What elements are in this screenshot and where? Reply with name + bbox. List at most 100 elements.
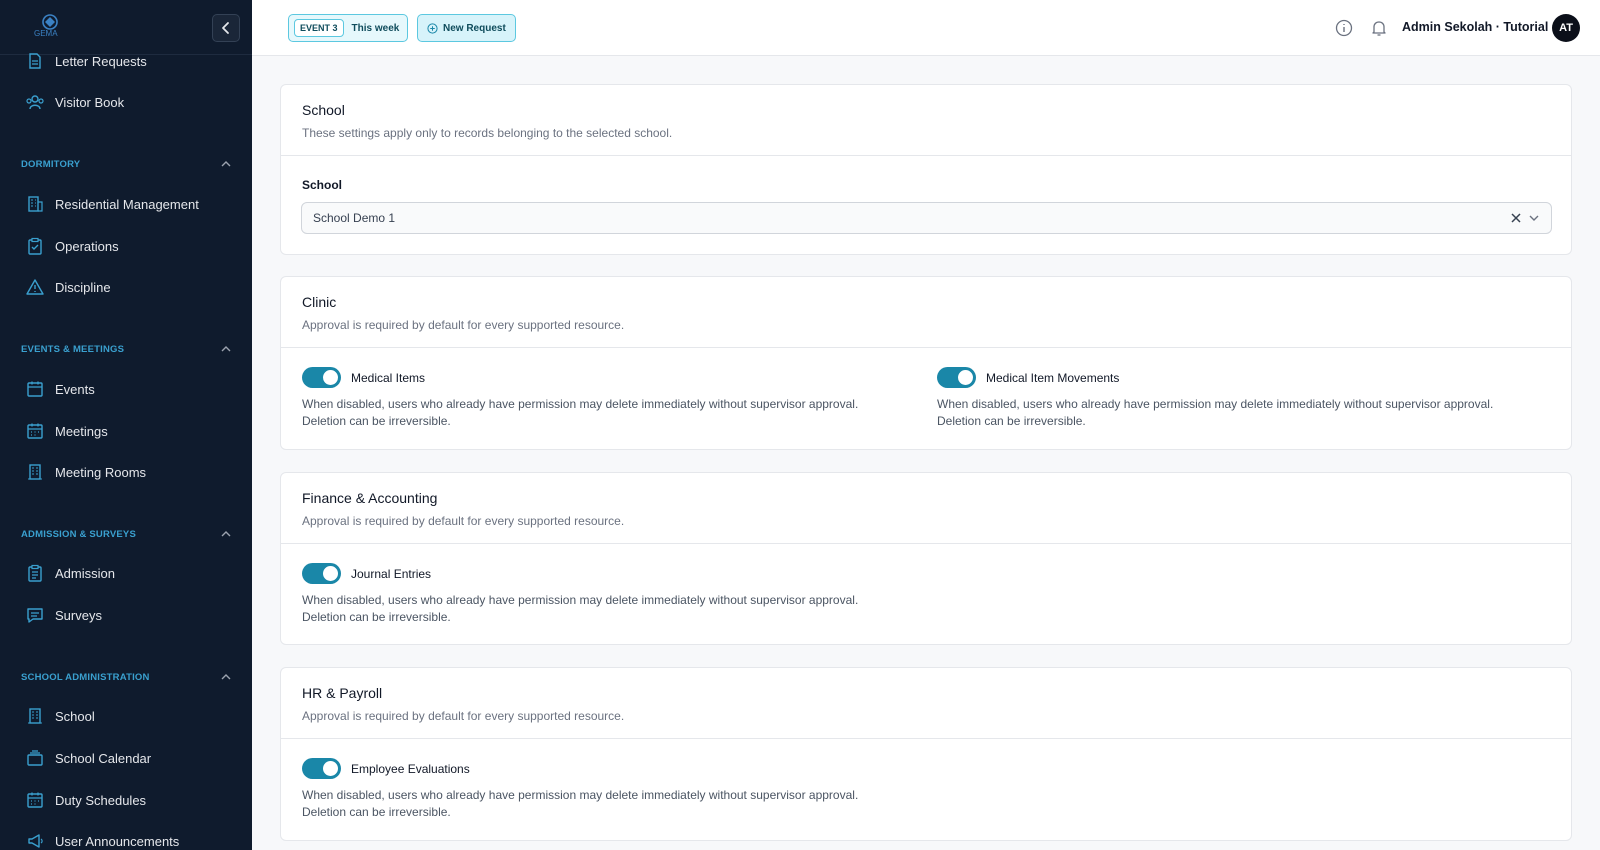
medical-item-movements-setting: Medical Item Movements When disabled, us…: [937, 367, 1537, 430]
calendar-grid-icon: [25, 790, 45, 810]
toggle-label: Medical Items: [351, 370, 426, 385]
toggle-description: When disabled, users who already have pe…: [302, 787, 872, 821]
sidebar-item-user-announcements[interactable]: User Announcements: [0, 823, 252, 850]
sidebar-item-admission[interactable]: Admission: [0, 555, 252, 591]
sidebar-item-label: Surveys: [55, 607, 102, 623]
sidebar-item-label: Letter Requests: [55, 53, 147, 69]
clipboard-check-icon: [25, 236, 45, 256]
sidebar-item-label: Residential Management: [55, 196, 199, 212]
sidebar-item-label: School: [55, 708, 95, 724]
card-title: School: [302, 102, 345, 118]
calendar-grid-icon: [25, 421, 45, 441]
topbar: EVENT 3 This week New Request Admin Seko…: [252, 0, 1600, 56]
card-header: Finance & Accounting Approval is require…: [281, 473, 1571, 544]
journal-entries-toggle[interactable]: [302, 563, 341, 584]
toggle-label: Employee Evaluations: [351, 761, 470, 776]
toggle-description: When disabled, users who already have pe…: [302, 592, 872, 626]
event-badge: EVENT 3: [294, 19, 344, 37]
card-header: HR & Payroll Approval is required by def…: [281, 668, 1571, 739]
card-description: These settings apply only to records bel…: [302, 126, 673, 140]
toggle-knob: [323, 566, 338, 581]
toggle-description-line: Deletion can be irreversible.: [302, 805, 451, 819]
chevron-left-icon: [222, 22, 229, 34]
sidebar-item-label: School Calendar: [55, 750, 152, 766]
clear-icon[interactable]: [1510, 212, 1522, 224]
clipboard-list-icon: [25, 563, 45, 583]
toggle-description-line: When disabled, users who already have pe…: [302, 397, 859, 411]
sidebar-item-school[interactable]: School: [0, 698, 252, 734]
sidebar-item-label: Admission: [55, 565, 115, 581]
sidebar-item-visitor-book[interactable]: Visitor Book: [0, 84, 252, 120]
chevron-up-icon: [221, 531, 231, 537]
section-header-events-meetings[interactable]: EVENTS & MEETINGS: [21, 341, 231, 357]
section-header-admission-surveys[interactable]: ADMISSION & SURVEYS: [21, 526, 231, 542]
sidebar-item-surveys[interactable]: Surveys: [0, 597, 252, 633]
event-chip[interactable]: EVENT 3 This week: [288, 14, 409, 42]
sidebar-item-label: Operations: [55, 238, 119, 254]
sidebar: GEMA Letter Requests Visitor Book DORMIT…: [0, 0, 252, 850]
sidebar-item-operations[interactable]: Operations: [0, 228, 252, 264]
sidebar-item-residential-management[interactable]: Residential Management: [0, 186, 252, 222]
building-icon: [25, 194, 45, 214]
sidebar-item-meetings[interactable]: Meetings: [0, 413, 252, 449]
sidebar-item-meeting-rooms[interactable]: Meeting Rooms: [0, 454, 252, 490]
toggle-description-line: Deletion can be irreversible.: [937, 414, 1086, 428]
users-icon: [25, 92, 45, 112]
avatar[interactable]: AT: [1552, 14, 1580, 42]
megaphone-icon: [25, 831, 45, 850]
toggle-description-line: Deletion can be irreversible.: [302, 414, 451, 428]
card-title: Clinic: [302, 294, 337, 310]
journal-entries-setting: Journal Entries When disabled, users who…: [302, 563, 902, 626]
chevron-up-icon: [221, 161, 231, 167]
section-header-dormitory[interactable]: DORMITORY: [21, 156, 231, 172]
sidebar-item-label: Meeting Rooms: [55, 464, 147, 480]
user-name[interactable]: Admin Sekolah · Tutorial: [1402, 20, 1548, 34]
employee-evaluations-setting: Employee Evaluations When disabled, user…: [302, 758, 902, 821]
section-title: SCHOOL ADMINISTRATION: [21, 671, 150, 683]
medical-item-movements-toggle[interactable]: [937, 367, 976, 388]
section-header-school-administration[interactable]: SCHOOL ADMINISTRATION: [21, 669, 231, 685]
toggle-knob: [958, 370, 973, 385]
toggle-description-line: Deletion can be irreversible.: [302, 610, 451, 624]
employee-evaluations-toggle[interactable]: [302, 758, 341, 779]
main-content: EVENT 3 This week New Request Admin Seko…: [252, 0, 1600, 850]
clinic-card: Clinic Approval is required by default f…: [280, 276, 1572, 450]
card-header: Clinic Approval is required by default f…: [281, 277, 1571, 348]
chevron-up-icon: [221, 674, 231, 680]
sidebar-item-label: Duty Schedules: [55, 792, 147, 808]
sidebar-item-label: Discipline: [55, 279, 111, 295]
logo-text: GEMA: [34, 29, 58, 38]
info-icon[interactable]: [1334, 18, 1354, 38]
sidebar-item-label: Visitor Book: [55, 94, 125, 110]
medical-items-setting: Medical Items When disabled, users who a…: [302, 367, 902, 430]
document-icon: [25, 51, 45, 71]
calendar-icon: [25, 379, 45, 399]
medical-items-toggle[interactable]: [302, 367, 341, 388]
chevron-down-icon[interactable]: [1528, 214, 1540, 222]
card-header: School These settings apply only to reco…: [281, 85, 1571, 156]
sidebar-item-school-calendar[interactable]: School Calendar: [0, 740, 252, 776]
section-title: EVENTS & MEETINGS: [21, 343, 125, 355]
event-period: This week: [351, 22, 400, 34]
sidebar-item-events[interactable]: Events: [0, 371, 252, 407]
sidebar-item-duty-schedules[interactable]: Duty Schedules: [0, 782, 252, 818]
school-select[interactable]: School Demo 1: [301, 202, 1552, 234]
card-title: HR & Payroll: [302, 685, 383, 701]
toggle-description: When disabled, users who already have pe…: [937, 396, 1507, 430]
stack-icon: [25, 748, 45, 768]
chat-icon: [25, 605, 45, 625]
sidebar-item-label: Meetings: [55, 423, 108, 439]
sidebar-item-label: User Announcements: [55, 833, 180, 849]
section-title: ADMISSION & SURVEYS: [21, 528, 137, 540]
bell-icon[interactable]: [1369, 18, 1389, 38]
sidebar-item-letter-requests[interactable]: Letter Requests: [0, 43, 252, 79]
school-card: School These settings apply only to reco…: [280, 84, 1572, 255]
sidebar-item-discipline[interactable]: Discipline: [0, 269, 252, 305]
toggle-description: When disabled, users who already have pe…: [302, 396, 872, 430]
collapse-sidebar-button[interactable]: [212, 14, 240, 42]
sidebar-item-label: Events: [55, 381, 95, 397]
card-description: Approval is required by default for ever…: [302, 318, 625, 332]
new-request-button[interactable]: New Request: [417, 14, 516, 42]
new-request-label: New Request: [443, 22, 506, 34]
hr-card: HR & Payroll Approval is required by def…: [280, 667, 1572, 841]
